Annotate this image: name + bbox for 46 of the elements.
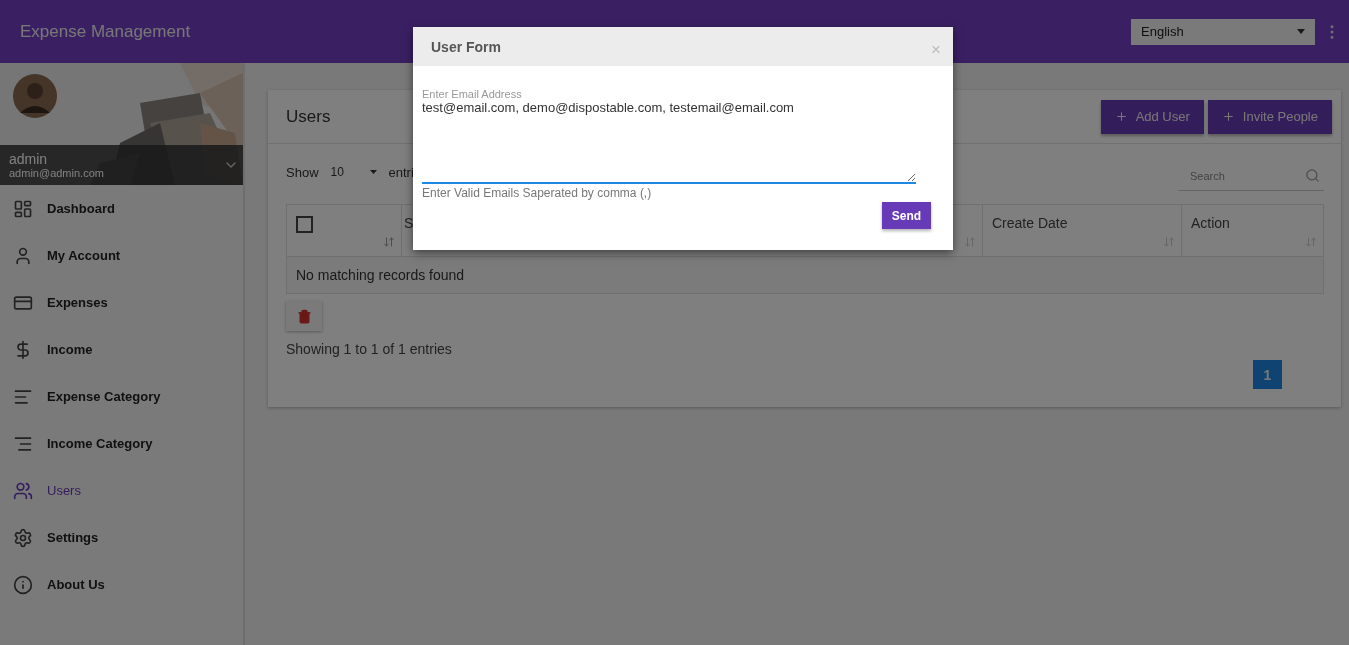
sidebar-item[interactable]: Expense Category xyxy=(0,373,243,420)
language-select[interactable]: English xyxy=(1131,18,1315,45)
settings-icon xyxy=(13,527,33,548)
field-label: Enter Email Address xyxy=(422,88,522,100)
page-button[interactable]: 1 xyxy=(1253,360,1282,389)
sidebar-item[interactable]: Income Category xyxy=(0,420,243,467)
search-icon xyxy=(1305,168,1320,183)
sort-icon xyxy=(1305,236,1317,248)
profile-email: admin@admin.com xyxy=(9,167,104,179)
table-header[interactable]: Action xyxy=(1182,205,1323,256)
show-label: Show xyxy=(286,164,319,180)
invite-people-button[interactable]: Invite People xyxy=(1207,99,1332,134)
entries-label: entri xyxy=(388,164,414,180)
sidebar-item[interactable]: Users xyxy=(0,467,243,514)
sort-icon xyxy=(383,236,395,248)
card-title: Users xyxy=(286,106,331,127)
sort-icon xyxy=(1163,236,1175,248)
dialog-title: User Form xyxy=(431,38,502,55)
sidebar-item[interactable]: Dashboard xyxy=(0,185,243,232)
table-info: Showing 1 to 1 of 1 entries xyxy=(286,341,453,357)
search-field[interactable]: Search xyxy=(1178,161,1324,191)
caret-icon xyxy=(369,170,377,174)
add-user-button[interactable]: Add User xyxy=(1100,99,1204,134)
trash-icon xyxy=(296,308,312,324)
sidebar-item[interactable]: About Us xyxy=(0,561,243,608)
info-icon xyxy=(13,574,33,595)
users-icon xyxy=(13,480,33,501)
caret-icon xyxy=(1297,29,1305,34)
delete-button[interactable] xyxy=(286,301,322,331)
empty-message: No matching records found xyxy=(287,256,1323,293)
person-icon xyxy=(13,245,33,266)
plus-icon xyxy=(1114,110,1128,123)
app-title: Expense Management xyxy=(20,21,192,42)
sidebar-item[interactable]: My Account xyxy=(0,232,243,279)
send-button[interactable]: Send xyxy=(882,202,931,229)
sidebar-item[interactable]: Settings xyxy=(0,514,243,561)
dashboard-icon xyxy=(13,198,33,219)
sidebar-item[interactable]: Expenses xyxy=(0,279,243,326)
sidebar-item[interactable]: Income xyxy=(0,326,243,373)
page-length-select[interactable]: 10 xyxy=(330,165,377,179)
email-field[interactable]: test@email.com, demo@dispostable.com, testemail@email.com xyxy=(422,100,916,184)
plus-icon xyxy=(1221,110,1235,123)
profile-name: admin xyxy=(9,151,48,167)
sort-icon xyxy=(964,236,976,248)
checkbox[interactable] xyxy=(296,216,313,233)
field-hint: Enter Valid Emails Saperated by comma (,) xyxy=(422,186,652,200)
